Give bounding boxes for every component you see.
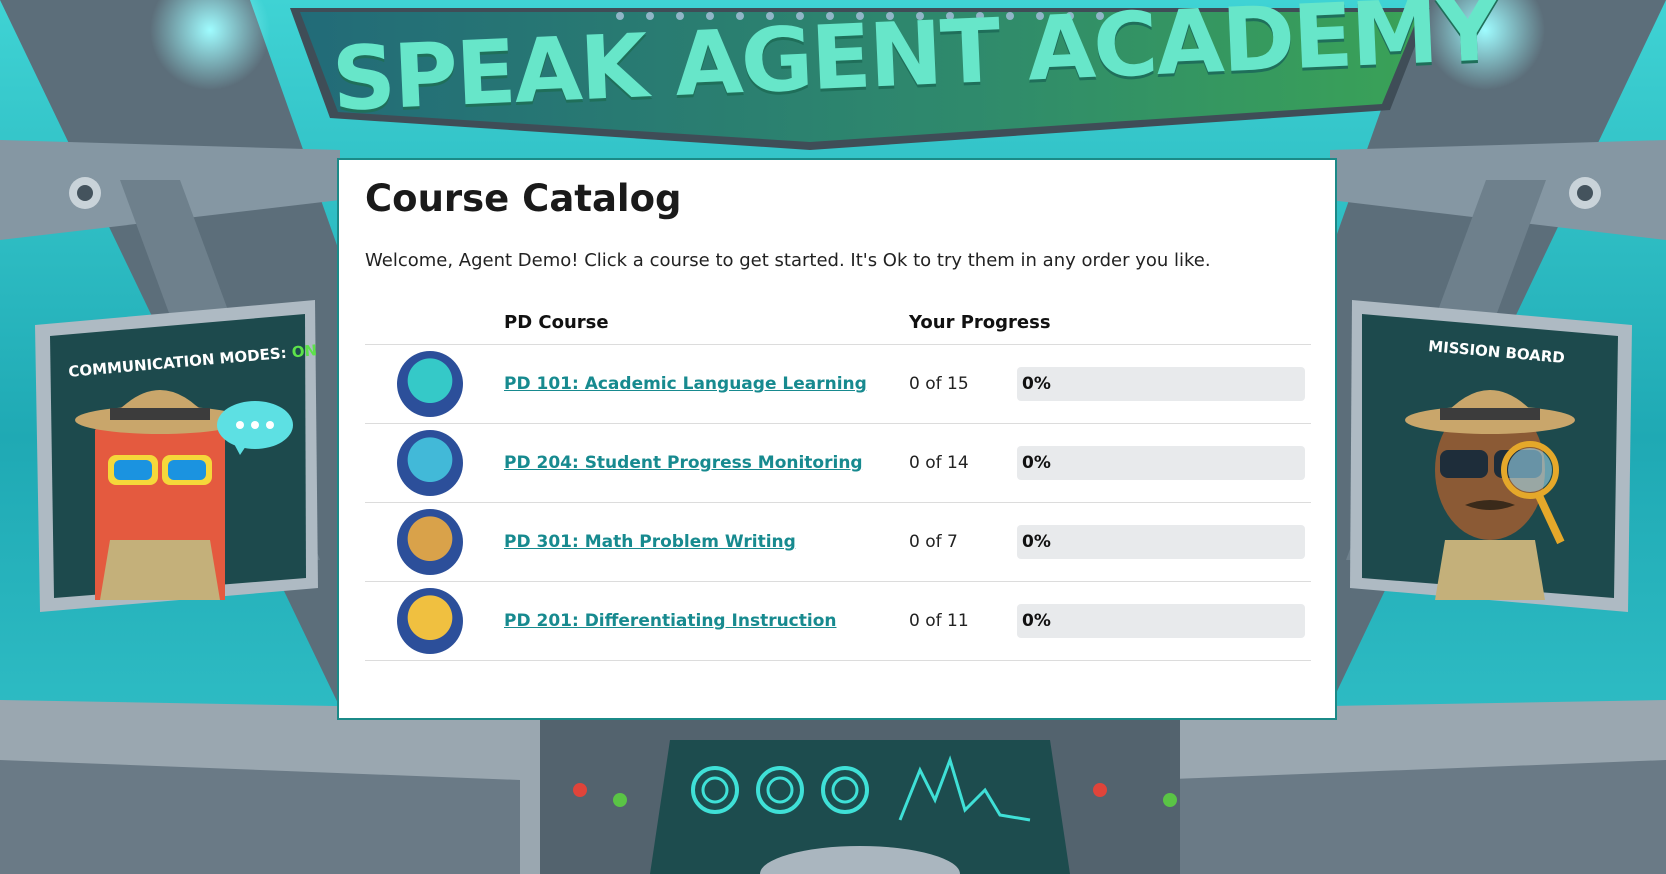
differentiating-badge-icon	[397, 588, 463, 654]
academic-language-badge-icon	[397, 351, 463, 417]
progress-bar: 0%	[1017, 525, 1305, 559]
progress-bar: 0%	[1017, 367, 1305, 401]
progress-percent: 0%	[1022, 374, 1051, 394]
course-link-pd201[interactable]: PD 201: Differentiating Instruction	[504, 611, 837, 631]
progress-percent: 0%	[1022, 532, 1051, 552]
progress-column-header: Your Progress	[909, 300, 1311, 345]
course-link-pd301[interactable]: PD 301: Math Problem Writing	[504, 532, 796, 552]
course-count: 0 of 7	[909, 532, 958, 552]
progress-monitoring-badge-icon	[397, 430, 463, 496]
course-column-header: PD Course	[504, 300, 909, 345]
table-row: PD 204: Student Progress Monitoring 0 of…	[365, 423, 1311, 503]
progress-bar: 0%	[1017, 446, 1305, 480]
course-count: 0 of 14	[909, 453, 969, 473]
welcome-message: Welcome, Agent Demo! Click a course to g…	[365, 250, 1211, 271]
math-writing-badge-icon	[397, 509, 463, 575]
page-title: Course Catalog	[365, 177, 682, 220]
table-row: PD 301: Math Problem Writing 0 of 7 0%	[365, 502, 1311, 582]
table-row: PD 201: Differentiating Instruction 0 of…	[365, 581, 1311, 661]
course-link-pd204[interactable]: PD 204: Student Progress Monitoring	[504, 453, 863, 473]
progress-bar: 0%	[1017, 604, 1305, 638]
course-link-pd101[interactable]: PD 101: Academic Language Learning	[504, 374, 867, 394]
table-row: PD 101: Academic Language Learning 0 of …	[365, 344, 1311, 424]
table-header-row: PD Course Your Progress	[365, 300, 1311, 345]
progress-percent: 0%	[1022, 453, 1051, 473]
progress-percent: 0%	[1022, 611, 1051, 631]
badge-column-header	[365, 300, 504, 345]
course-count: 0 of 15	[909, 374, 969, 394]
course-table: PD Course Your Progress PD 101: Academic…	[365, 300, 1311, 661]
course-catalog-panel: Course Catalog Welcome, Agent Demo! Clic…	[337, 158, 1337, 720]
communication-modes-status: ON	[290, 341, 318, 362]
course-count: 0 of 11	[909, 611, 969, 631]
